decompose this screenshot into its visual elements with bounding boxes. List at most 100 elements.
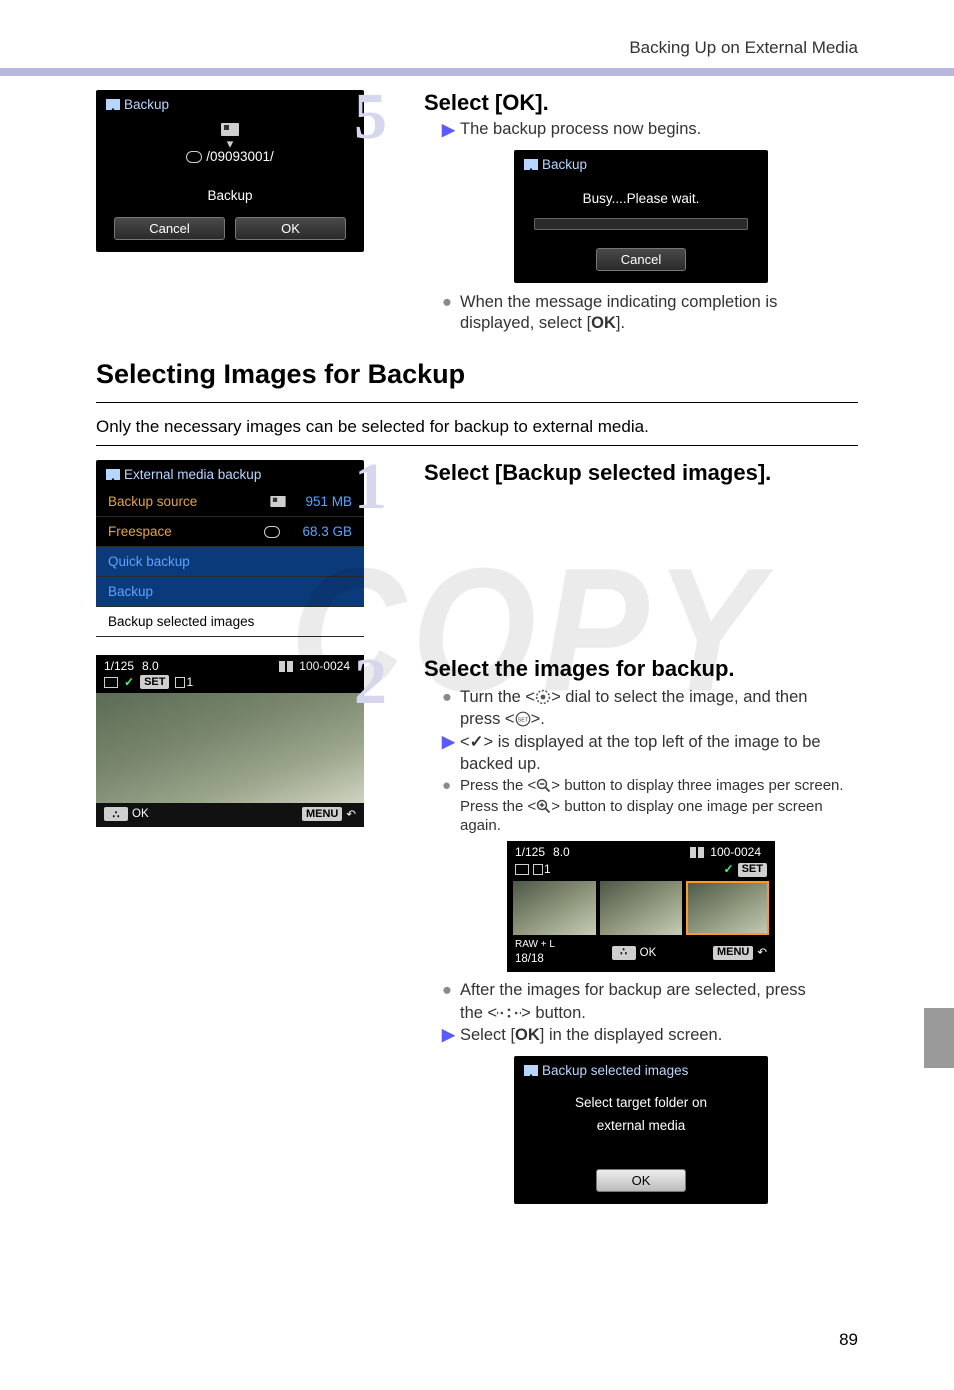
menu-badge: MENU bbox=[713, 946, 753, 960]
lcd-folder-path: /09093001/ bbox=[206, 149, 274, 164]
reduce-icon bbox=[536, 778, 551, 793]
thumb-quality: RAW + L bbox=[515, 939, 555, 952]
step5-completion-text-2: displayed, select [OK]. bbox=[460, 314, 858, 333]
menu-item-quick-backup[interactable]: Quick backup bbox=[96, 547, 364, 577]
menu-freespace-value: 68.3 GB bbox=[302, 524, 352, 539]
lcd-external-media-backup-menu: External media backup Backup source 951 … bbox=[96, 460, 364, 637]
check-icon: ✓ bbox=[470, 733, 484, 751]
review-shutter: 1/125 bbox=[104, 659, 134, 673]
step1-title: Select [Backup selected images]. bbox=[424, 460, 858, 486]
thumb-shutter: 1/125 bbox=[515, 845, 545, 860]
lcd-action-label: Backup bbox=[96, 170, 364, 209]
menu-item-backup-selected-images[interactable]: Backup selected images bbox=[96, 607, 364, 637]
lcd-cancel-button[interactable]: Cancel bbox=[596, 248, 686, 271]
lcd-menu-title: External media backup bbox=[124, 467, 261, 482]
step5-line1: The backup process now begins. bbox=[460, 120, 701, 140]
return-icon: ↶ bbox=[346, 807, 356, 821]
menu-item-backup[interactable]: Backup bbox=[96, 577, 364, 607]
step-number-5: 5 bbox=[354, 84, 387, 150]
step2-after-select-text: After the images for backup are selected… bbox=[460, 980, 806, 1001]
arrow-right-icon: ▶ bbox=[442, 732, 460, 753]
step-number-1: 1 bbox=[354, 454, 387, 520]
lcd-ok-button[interactable]: OK bbox=[596, 1169, 686, 1192]
lcd-progress-title: Backup bbox=[542, 157, 587, 172]
check-icon: ✓ bbox=[724, 862, 734, 877]
section-rule bbox=[96, 402, 858, 403]
set-badge: SET bbox=[738, 863, 767, 877]
lcd-thumbnail-review: 1/125 8.0 100-0024 1 bbox=[507, 841, 775, 972]
step2-magnify-text: Press the <> button to display one image… bbox=[460, 798, 858, 836]
menu-badge: MENU bbox=[302, 807, 342, 821]
transfer-icon bbox=[524, 159, 538, 170]
card-icon bbox=[221, 123, 239, 136]
bullet-icon: ● bbox=[442, 687, 460, 708]
lcd-ok-button[interactable]: OK bbox=[235, 217, 346, 240]
review-image bbox=[96, 693, 364, 803]
section-heading: Selecting Images for Backup bbox=[96, 359, 858, 398]
review-folder-file: 100-0024 bbox=[299, 659, 350, 673]
protect-icon bbox=[515, 864, 529, 875]
step2-press-multicontroller-text: the <> button. bbox=[460, 1003, 858, 1024]
check-icon: ✓ bbox=[124, 675, 134, 689]
protect-icon bbox=[104, 677, 118, 688]
step2-backedup-text: backed up. bbox=[460, 754, 858, 775]
step2-press-set-text: press <SET>. bbox=[460, 709, 858, 730]
svg-text:SET: SET bbox=[517, 718, 528, 724]
multicontroller-icon bbox=[497, 1006, 521, 1020]
arrow-down-icon: ▾ bbox=[106, 139, 354, 149]
lcd-backup-selected-images: Backup selected images Select target fol… bbox=[514, 1056, 768, 1204]
lcd-selected-msg2: external media bbox=[514, 1118, 768, 1161]
bullet-icon: ● bbox=[442, 293, 460, 312]
bullet-icon: ● bbox=[442, 980, 460, 1001]
step5-title: Select [OK]. bbox=[424, 90, 858, 116]
card-slot-icon: 1 bbox=[175, 675, 193, 689]
card-icon bbox=[271, 496, 286, 507]
lcd-selected-msg1: Select target folder on bbox=[514, 1085, 768, 1118]
thumbnail-image[interactable] bbox=[600, 881, 683, 935]
step2-turn-dial-text: Turn the <> dial to select the image, an… bbox=[460, 687, 807, 708]
transfer-icon bbox=[106, 469, 120, 480]
aspect-icon bbox=[690, 847, 704, 858]
lcd-backup-progress: Backup Busy....Please wait. Cancel bbox=[514, 150, 768, 283]
lcd-image-review: 1/125 8.0 100-0024 ✓ SET 1 ∴ OK bbox=[96, 655, 364, 827]
thumbnail-image[interactable] bbox=[513, 881, 596, 935]
review-aperture: 8.0 bbox=[142, 659, 159, 673]
bullet-icon: ● bbox=[442, 777, 460, 796]
external-drive-icon bbox=[264, 526, 280, 538]
aspect-icon bbox=[279, 661, 293, 672]
divider bbox=[96, 445, 858, 446]
set-button-icon: SET bbox=[515, 711, 531, 727]
thumb-ok-label: OK bbox=[640, 946, 657, 960]
quick-control-dial-icon bbox=[535, 689, 551, 705]
step5-completion-text: When the message indicating completion i… bbox=[460, 293, 777, 312]
step2-check-displayed-text: <✓> is displayed at the top left of the … bbox=[460, 732, 821, 753]
section-tab bbox=[924, 1008, 954, 1068]
magnify-icon bbox=[536, 799, 551, 814]
thumbnail-image-selected[interactable] bbox=[686, 881, 769, 935]
lcd-backup-confirm: Backup ▾ /09093001/ Backup Cancel OK bbox=[96, 90, 364, 252]
thumb-aperture: 8.0 bbox=[553, 845, 570, 860]
step2-reduce-text: Press the <> button to display three ima… bbox=[460, 777, 844, 796]
lcd-cancel-button[interactable]: Cancel bbox=[114, 217, 225, 240]
lcd-selected-title: Backup selected images bbox=[542, 1063, 688, 1078]
review-ok-label: OK bbox=[132, 808, 149, 820]
page-header: Backing Up on External Media bbox=[96, 38, 858, 58]
step-number-2: 2 bbox=[354, 649, 387, 715]
multicontroller-icon: ∴ bbox=[104, 807, 128, 821]
external-drive-icon bbox=[186, 151, 202, 163]
menu-backup-source-value: 951 MB bbox=[305, 494, 352, 509]
return-icon: ↶ bbox=[757, 946, 767, 960]
multicontroller-icon: ∴ bbox=[612, 946, 636, 960]
progress-bar bbox=[534, 218, 748, 230]
thumb-count: 18/18 bbox=[515, 952, 555, 966]
thumb-folder-file: 100-0024 bbox=[710, 845, 761, 860]
arrow-right-icon: ▶ bbox=[442, 1025, 460, 1046]
transfer-icon bbox=[106, 99, 120, 110]
set-badge: SET bbox=[140, 675, 169, 689]
transfer-icon bbox=[524, 1065, 538, 1076]
step2-title: Select the images for backup. bbox=[424, 655, 858, 683]
page-number: 89 bbox=[839, 1330, 858, 1350]
lcd-title: Backup bbox=[124, 97, 169, 112]
menu-freespace-label: Freespace bbox=[108, 524, 172, 539]
header-rule bbox=[0, 68, 954, 76]
